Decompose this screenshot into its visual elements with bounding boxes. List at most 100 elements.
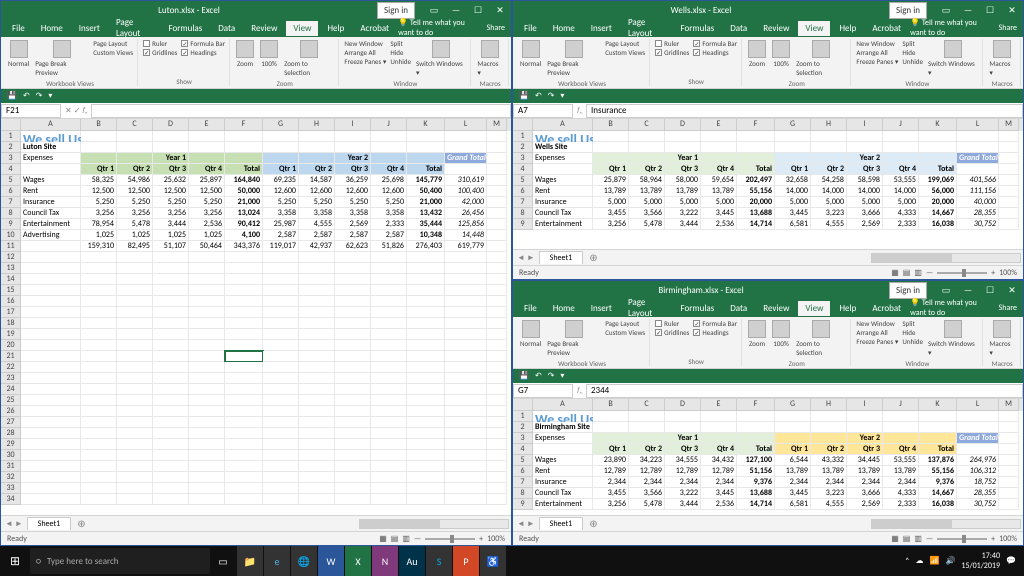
undo-icon[interactable]: ↶ — [535, 371, 542, 381]
menu-review[interactable]: Review — [244, 21, 284, 36]
arrange-all-button[interactable]: Arrange All — [855, 48, 899, 57]
search-box[interactable]: ○ Type here to search — [30, 548, 210, 574]
menu-help[interactable]: Help — [320, 21, 351, 36]
macros-button[interactable]: Macros ▾ — [987, 39, 1017, 78]
ribbon-toggle-icon[interactable]: ▭ — [935, 283, 957, 298]
gridlines-checkbox[interactable]: Gridlines — [654, 328, 690, 337]
grid[interactable]: ABCDEFGHIJKLM1We sell Used Cars2Luton Si… — [1, 119, 511, 515]
zoom-button[interactable]: Zoom — [234, 39, 256, 69]
split-button[interactable]: Split — [901, 319, 924, 328]
undo-icon[interactable]: ↶ — [535, 91, 542, 101]
chrome-icon[interactable]: 🌐 — [291, 546, 317, 576]
skype-icon[interactable]: S — [426, 546, 452, 576]
menu-data[interactable]: Data — [211, 21, 242, 36]
edge-icon[interactable]: e — [264, 546, 290, 576]
save-icon[interactable]: 💾 — [7, 91, 17, 101]
split-button[interactable]: Split — [389, 39, 412, 48]
zoom-out-button[interactable]: — — [414, 534, 421, 544]
switch-windows-button[interactable]: Switch Windows ▾ — [926, 39, 979, 78]
sheet-tab[interactable]: Sheet1 — [27, 517, 72, 530]
hide-button[interactable]: Hide — [901, 48, 924, 57]
menu-insert[interactable]: Insert — [584, 21, 619, 36]
signin-button[interactable]: Sign in — [889, 2, 927, 19]
maximize-icon[interactable]: ☐ — [979, 283, 1001, 298]
volume-icon[interactable]: 🔊 — [945, 556, 955, 566]
formula-bar-input[interactable]: 2344 — [586, 384, 1023, 398]
maximize-icon[interactable]: ☐ — [979, 3, 1001, 18]
gridlines-checkbox[interactable]: Gridlines — [654, 48, 690, 57]
close-icon[interactable]: ✕ — [489, 3, 511, 18]
view-page-icon[interactable]: ▤ — [391, 534, 399, 544]
grid[interactable]: ABCDEFGHIJKLM1We sell Used Cars2Birmingh… — [513, 399, 1023, 515]
ruler-checkbox[interactable]: Ruler — [142, 39, 178, 48]
unhide-button[interactable]: Unhide — [389, 57, 412, 66]
excel-icon[interactable]: X — [345, 546, 371, 576]
zoom-100-button[interactable]: 100% — [770, 39, 792, 69]
normal-view-button[interactable]: Normal — [518, 39, 543, 69]
sheet-tab[interactable]: Sheet1 — [539, 517, 584, 530]
switch-windows-button[interactable]: Switch Windows ▾ — [926, 319, 979, 358]
menu-view[interactable]: View — [798, 301, 830, 316]
zoom-100-button[interactable]: 100% — [770, 319, 792, 349]
normal-view-button[interactable]: Normal — [518, 319, 543, 349]
wifi-icon[interactable]: 📶 — [929, 556, 939, 566]
menu-formulas[interactable]: Formulas — [674, 301, 722, 316]
hide-button[interactable]: Hide — [389, 48, 412, 57]
save-icon[interactable]: 💾 — [519, 371, 529, 381]
maximize-icon[interactable]: ☐ — [467, 3, 489, 18]
signin-button[interactable]: Sign in — [889, 282, 927, 299]
share-button[interactable]: Share — [999, 303, 1017, 313]
formula-bar-checkbox[interactable]: Formula Bar — [180, 39, 226, 48]
menu-review[interactable]: Review — [756, 301, 796, 316]
tell-me[interactable]: 💡 Tell me what you want to do — [910, 18, 993, 38]
menu-file[interactable]: File — [517, 301, 544, 316]
zoom-button[interactable]: Zoom — [746, 39, 768, 69]
new-window-button[interactable]: New Window — [855, 39, 899, 48]
headings-checkbox[interactable]: Headings — [692, 48, 738, 57]
qat-customize-icon[interactable]: ▾ — [48, 91, 52, 101]
menu-view[interactable]: View — [286, 21, 318, 36]
audition-icon[interactable]: Au — [399, 546, 425, 576]
close-icon[interactable]: ✕ — [1001, 3, 1023, 18]
switch-windows-button[interactable]: Switch Windows ▾ — [414, 39, 467, 78]
tell-me[interactable]: 💡 Tell me what you want to do — [398, 18, 481, 38]
page-break-preview-button[interactable]: Page Break Preview — [545, 39, 602, 78]
add-sheet-button[interactable]: ⊕ — [583, 517, 603, 530]
notifications-icon[interactable]: 💬 — [1006, 556, 1016, 566]
ruler-checkbox[interactable]: Ruler — [654, 319, 690, 328]
menu-formulas[interactable]: Formulas — [162, 21, 210, 36]
file-explorer-icon[interactable]: 📁 — [237, 546, 263, 576]
task-view-icon[interactable]: ▭ — [210, 546, 236, 576]
headings-checkbox[interactable]: Headings — [180, 48, 226, 57]
tray-overflow-icon[interactable]: ˄ — [905, 556, 909, 566]
new-window-button[interactable]: New Window — [343, 39, 387, 48]
menu-insert[interactable]: Insert — [72, 21, 107, 36]
ribbon-toggle-icon[interactable]: ▭ — [935, 3, 957, 18]
word-icon[interactable]: W — [318, 546, 344, 576]
zoom-selection-button[interactable]: Zoom to Selection — [282, 39, 335, 78]
minimize-icon[interactable]: — — [445, 3, 467, 18]
custom-views-button[interactable]: Custom Views — [604, 48, 646, 57]
headings-checkbox[interactable]: Headings — [692, 328, 738, 337]
redo-icon[interactable]: ↷ — [548, 91, 555, 101]
fx-icon[interactable]: 𝑓ₓ — [577, 386, 582, 396]
save-icon[interactable]: 💾 — [519, 91, 529, 101]
tell-me[interactable]: 💡 Tell me what you want to do — [910, 298, 993, 318]
menu-insert[interactable]: Insert — [584, 301, 619, 316]
view-normal-icon[interactable]: ▦ — [379, 534, 387, 544]
unhide-button[interactable]: Unhide — [901, 57, 924, 66]
menu-file[interactable]: File — [517, 21, 544, 36]
page-layout-button[interactable]: Page Layout — [604, 39, 646, 48]
menu-home[interactable]: Home — [34, 21, 70, 36]
menu-help[interactable]: Help — [832, 301, 863, 316]
zoom-100-button[interactable]: 100% — [258, 39, 280, 69]
zoom-slider[interactable] — [425, 538, 475, 540]
page-layout-button[interactable]: Page Layout — [92, 39, 134, 48]
formula-bar-input[interactable]: Insurance — [586, 104, 1023, 118]
accept-fx-icon[interactable]: ✓ — [74, 106, 81, 116]
zoom-button[interactable]: Zoom — [746, 319, 768, 349]
menu-formulas[interactable]: Formulas — [674, 21, 722, 36]
menu-home[interactable]: Home — [546, 21, 582, 36]
menu-acrobat[interactable]: Acrobat — [353, 21, 396, 36]
split-button[interactable]: Split — [901, 39, 924, 48]
